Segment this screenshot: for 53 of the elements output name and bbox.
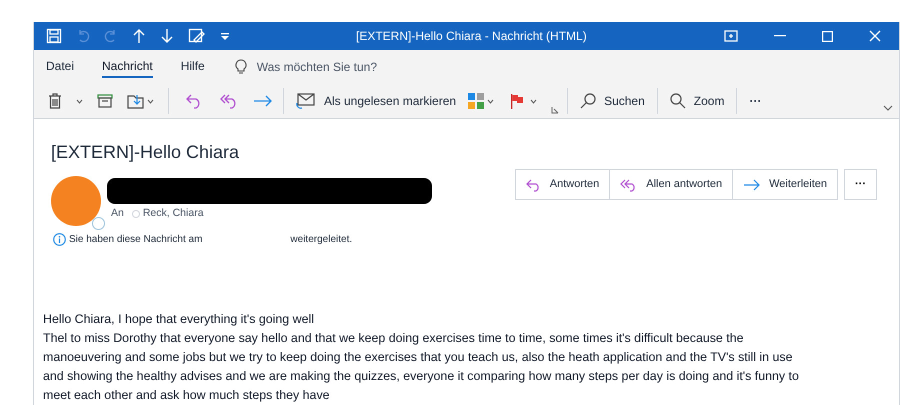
- ribbon-tab[interactable]: Nachricht: [102, 56, 153, 78]
- dropdown-icon[interactable]: [76, 98, 83, 104]
- minimize-icon[interactable]: [774, 35, 786, 37]
- dropdown-icon[interactable]: [487, 98, 494, 104]
- to-label: An: [111, 206, 124, 221]
- display-options-icon[interactable]: [724, 30, 738, 42]
- forward-icon: [743, 178, 762, 190]
- info-icon: [53, 233, 66, 246]
- message-subject: [EXTERN]-Hello Chiara: [51, 141, 240, 164]
- edit-icon[interactable]: [188, 28, 206, 44]
- archive-icon[interactable]: [97, 94, 113, 108]
- reply-all-button[interactable]: Allen antworten: [609, 170, 732, 199]
- maximize-icon[interactable]: [822, 30, 833, 42]
- forward-icon[interactable]: [253, 95, 273, 107]
- dialog-launcher-icon[interactable]: [551, 106, 560, 114]
- magnifier-icon: [670, 93, 686, 109]
- presence-icon: [92, 217, 105, 230]
- body-text: and showing the healthy advises and we are making the quizzes, everyone it comparing how many steps per day is doing and it's funny to: [43, 368, 800, 385]
- dropdown-icon[interactable]: [530, 98, 538, 104]
- info-text: weitergeleitet.: [290, 233, 352, 247]
- customize-icon[interactable]: [220, 31, 230, 41]
- close-icon[interactable]: [869, 30, 881, 42]
- recipient-name[interactable]: Reck, Chiara: [142, 206, 204, 222]
- mark-unread-button[interactable]: Als ungelesen markieren: [296, 92, 456, 110]
- lightbulb-icon: [234, 59, 247, 75]
- down-arrow-icon[interactable]: [160, 28, 174, 44]
- ribbon-tab[interactable]: Hilfe: [180, 56, 205, 78]
- reply-button[interactable]: Antworten: [516, 170, 610, 199]
- ribbon-tab[interactable]: Datei: [46, 56, 74, 78]
- window-title: [EXTERN]-Hello Chiara - Nachricht (HTML): [356, 28, 587, 45]
- move-icon[interactable]: [127, 93, 145, 109]
- save-icon[interactable]: [46, 28, 62, 44]
- zoom-button[interactable]: Zoom: [670, 92, 724, 110]
- categorize-icon[interactable]: [468, 93, 484, 109]
- more-button[interactable]: ···: [844, 169, 877, 200]
- envelope-icon: [296, 93, 316, 109]
- delete-icon[interactable]: [48, 93, 62, 109]
- collapse-ribbon-icon[interactable]: [883, 105, 893, 111]
- search-icon: [580, 93, 596, 109]
- up-arrow-icon[interactable]: [132, 28, 146, 44]
- flag-icon[interactable]: [510, 93, 524, 109]
- more-button[interactable]: ···: [749, 92, 762, 110]
- dropdown-icon[interactable]: [147, 98, 154, 104]
- avatar: [51, 176, 101, 226]
- body-text: Hello Chiara, I hope that everything it's going well: [43, 311, 315, 328]
- body-text: manoeuvering and some jobs but we try to keep doing the exercises that you teach us, also the heath application and the TV's still in use: [43, 349, 794, 366]
- info-text: Sie haben diese Nachricht am: [69, 233, 202, 247]
- search-field[interactable]: Was möchten Sie tun?: [256, 58, 377, 76]
- forward-button[interactable]: Weiterleiten: [732, 170, 837, 199]
- body-text: meet each other and ask how much steps they have: [43, 387, 331, 404]
- search-button[interactable]: Suchen: [580, 92, 645, 110]
- body-text: Thel to miss Dorothy that everyone say hello and that we keep doing exercises time to time, some times it's difficult because the: [43, 330, 744, 347]
- presence-icon: [132, 210, 140, 218]
